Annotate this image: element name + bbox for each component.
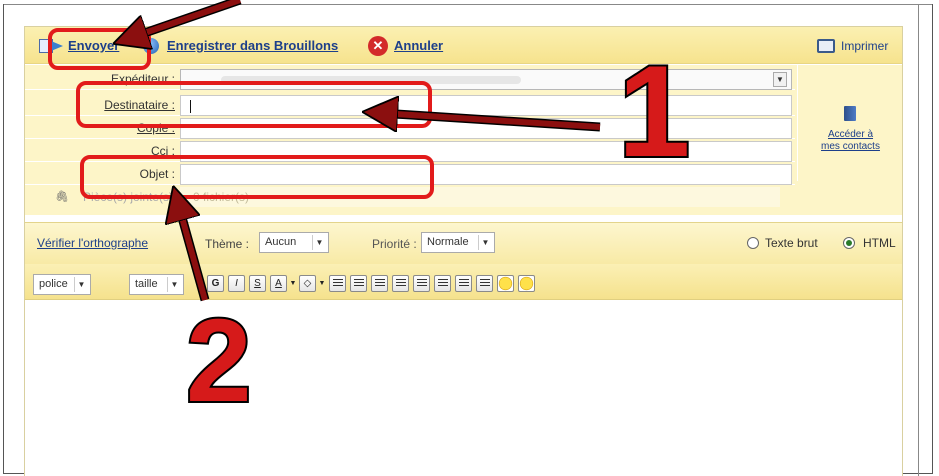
spellcheck-link[interactable]: Vérifier l'orthographe [37, 236, 148, 250]
annotation-box-subject [80, 155, 434, 199]
contacts-link-line2[interactable]: mes contacts [821, 141, 880, 152]
annotation-number-2: 2 [184, 295, 254, 427]
annotation-box-send [48, 28, 151, 70]
contacts-panel: Accéder à mes contacts [797, 65, 902, 181]
chevron-down-icon[interactable]: ▼ [773, 72, 787, 87]
address-book-icon[interactable] [844, 106, 856, 121]
compose-toolbar: Envoyer Enregistrer dans Brouillons ✕ An… [25, 27, 902, 64]
font-select-label: police [39, 278, 68, 290]
indent-icon[interactable] [392, 275, 409, 292]
priority-label: Priorité : [372, 237, 417, 251]
italic-button[interactable]: I [228, 275, 245, 292]
highlight-color-icon[interactable]: ◇ [299, 275, 316, 292]
format-plain-radio[interactable] [747, 237, 759, 249]
theme-select[interactable]: Aucun ▼ [259, 232, 329, 253]
message-options-bar: Vérifier l'orthographe Thème : Aucun ▼ P… [25, 222, 902, 264]
size-select-label: taille [135, 278, 158, 290]
theme-value: Aucun [265, 236, 297, 248]
font-select[interactable]: police ▼ [33, 274, 91, 295]
cancel-icon: ✕ [368, 35, 388, 56]
annotation-number-1: 1 [616, 38, 692, 184]
chevron-down-icon[interactable]: ▼ [478, 235, 492, 250]
printer-icon [817, 38, 835, 53]
message-body-editor[interactable] [25, 300, 902, 476]
annotation-box-recipient [76, 81, 432, 128]
priority-select[interactable]: Normale ▼ [421, 232, 495, 253]
emoticons-icon[interactable] [518, 275, 535, 292]
contacts-link-line1[interactable]: Accéder à [828, 129, 873, 140]
bold-button[interactable]: G [207, 275, 224, 292]
format-plain-label[interactable]: Texte brut [765, 236, 818, 250]
outdent-icon[interactable] [371, 275, 388, 292]
cancel-label[interactable]: Annuler [394, 38, 443, 53]
font-color-dropdown-icon[interactable]: ▼ [289, 275, 297, 292]
contacts-link[interactable]: Accéder à mes contacts [798, 129, 903, 153]
priority-value: Normale [427, 236, 469, 248]
format-html-radio[interactable] [843, 237, 855, 249]
print-button[interactable]: Imprimer [817, 27, 888, 64]
editor-toolbar: police ▼ taille ▼ G I S A ▼ ◇ ▼ [25, 264, 902, 300]
justify-icon[interactable] [476, 275, 493, 292]
format-html-label[interactable]: HTML [863, 236, 896, 250]
save-draft-button[interactable]: Enregistrer dans Brouillons [143, 27, 338, 64]
chevron-down-icon[interactable]: ▼ [167, 277, 181, 292]
bullet-list-icon[interactable] [350, 275, 367, 292]
align-left-icon[interactable] [413, 275, 430, 292]
chevron-down-icon[interactable]: ▼ [312, 235, 326, 250]
align-center-icon[interactable] [434, 275, 451, 292]
chevron-down-icon[interactable]: ▼ [74, 277, 88, 292]
size-select[interactable]: taille ▼ [129, 274, 184, 295]
save-draft-label[interactable]: Enregistrer dans Brouillons [167, 38, 338, 53]
print-label[interactable]: Imprimer [841, 39, 888, 53]
font-color-button[interactable]: A [270, 275, 287, 292]
cancel-button[interactable]: ✕ Annuler [368, 27, 443, 64]
highlight-dropdown-icon[interactable]: ▼ [318, 275, 326, 292]
scrollbar-track[interactable] [918, 4, 933, 476]
theme-label: Thème : [205, 237, 250, 251]
underline-button[interactable]: S [249, 275, 266, 292]
align-right-icon[interactable] [455, 275, 472, 292]
smiley-icon[interactable] [497, 275, 514, 292]
paperclip-icon: 🖇 [55, 191, 69, 203]
numbered-list-icon[interactable] [329, 275, 346, 292]
